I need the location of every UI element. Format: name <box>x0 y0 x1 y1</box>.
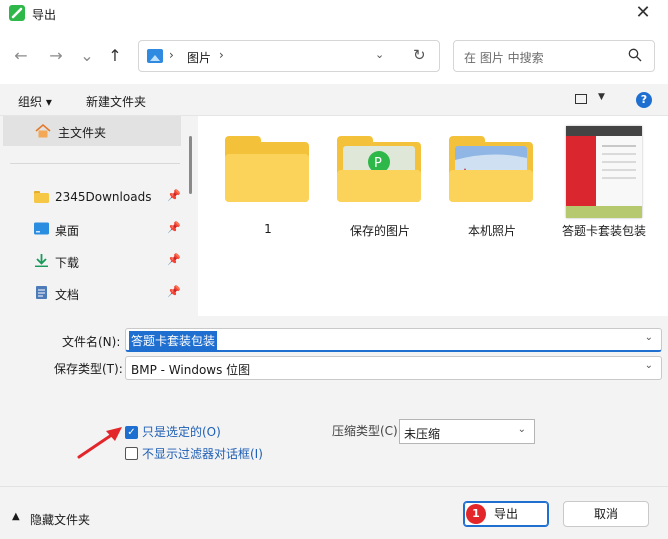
document-icon <box>36 286 47 299</box>
pin-icon: 📌 <box>167 189 181 202</box>
sidebar-item-documents[interactable]: 文档 📌 <box>0 281 186 305</box>
home-icon <box>35 124 51 138</box>
file-item-label[interactable]: 答题卡套装包装 <box>549 222 659 239</box>
export-button-label: 导出 <box>493 507 518 521</box>
up-button[interactable]: ↑ <box>104 45 126 67</box>
chevron-up-icon[interactable]: ▲ <box>12 511 20 522</box>
view-mode-icon[interactable] <box>575 94 587 104</box>
refresh-button[interactable]: ↻ <box>413 46 426 64</box>
sidebar-divider <box>10 163 180 164</box>
desktop-icon <box>34 222 49 235</box>
download-icon <box>35 254 48 267</box>
organize-menu[interactable]: 组织 ▾ <box>18 93 52 110</box>
file-item-folder-1[interactable]: 1 <box>213 116 323 246</box>
pin-icon: 📌 <box>167 221 181 234</box>
save-type-value: BMP - Windows 位图 <box>131 363 251 377</box>
close-button[interactable]: ✕ <box>632 3 654 25</box>
search-placeholder: 在 图片 中搜索 <box>464 51 544 65</box>
navigation-bar: ← → ⌄ ↑ › 图片 › ⌄ ↻ 在 图片 中搜索 <box>0 28 668 84</box>
breadcrumb-separator: › <box>169 48 174 62</box>
navigation-pane: 主文件夹 2345Downloads 📌 桌面 📌 下载 📌 文档 📌 <box>0 116 196 316</box>
address-dropdown-button[interactable]: ⌄ <box>375 48 384 61</box>
view-options-dropdown[interactable]: ▼ <box>598 92 605 102</box>
filename-value: 答题卡套装包装 <box>129 331 218 350</box>
pictures-icon <box>147 49 163 63</box>
compression-type-value: 未压缩 <box>404 427 441 441</box>
save-type-select[interactable]: BMP - Windows 位图 ⌄ <box>125 356 662 380</box>
pin-icon: 📌 <box>167 253 181 266</box>
sidebar-item-label: 下载 <box>55 256 80 270</box>
back-button[interactable]: ← <box>10 45 32 67</box>
hide-folders-button[interactable]: 隐藏文件夹 <box>30 511 90 528</box>
image-thumbnail[interactable] <box>566 126 642 218</box>
search-icon[interactable] <box>628 48 642 62</box>
folder-icon <box>34 191 49 203</box>
search-box[interactable]: 在 图片 中搜索 <box>453 40 655 72</box>
filename-label: 文件名(N): <box>62 335 121 349</box>
file-item-local-photos[interactable]: 本机照片 <box>437 116 547 246</box>
sidebar-item-downloads[interactable]: 下载 📌 <box>0 249 186 273</box>
chevron-down-icon[interactable]: ⌄ <box>518 424 526 435</box>
sidebar-item-label: 文档 <box>55 288 80 302</box>
window-title: 导出 <box>32 8 57 22</box>
command-toolbar: 组织 ▾ 新建文件夹 ▼ ? <box>0 84 668 116</box>
sidebar-item-label: 2345Downloads <box>55 190 152 204</box>
sidebar-item-label: 主文件夹 <box>58 126 107 140</box>
file-item-label: 1 <box>264 222 272 236</box>
only-selected-label[interactable]: 只是选定的(O) <box>142 423 221 440</box>
app-logo-icon <box>9 5 25 21</box>
cancel-button[interactable]: 取消 <box>563 501 649 527</box>
file-item-label: 本机照片 <box>467 224 516 238</box>
forward-button[interactable]: → <box>45 45 67 67</box>
save-type-label: 保存类型(T): <box>54 362 123 376</box>
svg-text:P: P <box>374 156 382 171</box>
file-list: 1 P 保存的图片 本机照片 答题卡套装包装 <box>198 116 668 316</box>
sidebar-item-home[interactable]: 主文件夹 <box>3 116 181 146</box>
no-filter-dialog-checkbox[interactable] <box>125 447 138 460</box>
title-bar: 导出 ✕ <box>0 0 668 28</box>
breadcrumb-separator-trailing[interactable]: › <box>219 48 224 62</box>
breadcrumb-pictures[interactable]: 图片 <box>187 49 211 66</box>
folder-icon <box>225 136 309 202</box>
new-folder-button[interactable]: 新建文件夹 <box>86 93 146 110</box>
folder-with-preview-icon: P <box>337 136 421 202</box>
chevron-down-icon[interactable]: ⌄ <box>645 360 653 371</box>
sidebar-scrollbar-thumb[interactable] <box>189 136 192 194</box>
compression-type-label: 压缩类型(C) <box>332 424 398 438</box>
sidebar-item-2345downloads[interactable]: 2345Downloads 📌 <box>0 185 186 209</box>
pin-icon: 📌 <box>167 285 181 298</box>
dialog-footer: ▲ 隐藏文件夹 导出 1 取消 <box>0 486 668 539</box>
folder-with-preview-icon <box>449 136 533 202</box>
annotation-arrow-icon <box>77 427 122 459</box>
save-options-panel: 文件名(N): 答题卡套装包装 ⌄ 保存类型(T): BMP - Windows… <box>0 316 668 486</box>
only-selected-checkbox[interactable]: ✓ <box>125 426 138 439</box>
chevron-down-icon[interactable]: ⌄ <box>645 332 653 343</box>
step-badge: 1 <box>466 504 486 524</box>
file-item-label: 保存的图片 <box>349 224 410 238</box>
address-bar[interactable]: › 图片 › ⌄ ↻ <box>138 40 440 72</box>
sidebar-item-label: 桌面 <box>55 224 80 238</box>
filename-input[interactable]: 答题卡套装包装 ⌄ <box>125 328 662 352</box>
cancel-button-label: 取消 <box>593 507 618 521</box>
compression-type-select[interactable]: 未压缩 ⌄ <box>399 419 535 444</box>
help-icon[interactable]: ? <box>636 92 652 108</box>
no-filter-dialog-label[interactable]: 不显示过滤器对话框(I) <box>142 445 263 462</box>
sidebar-item-desktop[interactable]: 桌面 📌 <box>0 217 186 241</box>
recent-locations-button[interactable]: ⌄ <box>76 45 98 67</box>
file-item-saved-pictures[interactable]: P 保存的图片 <box>325 116 435 246</box>
